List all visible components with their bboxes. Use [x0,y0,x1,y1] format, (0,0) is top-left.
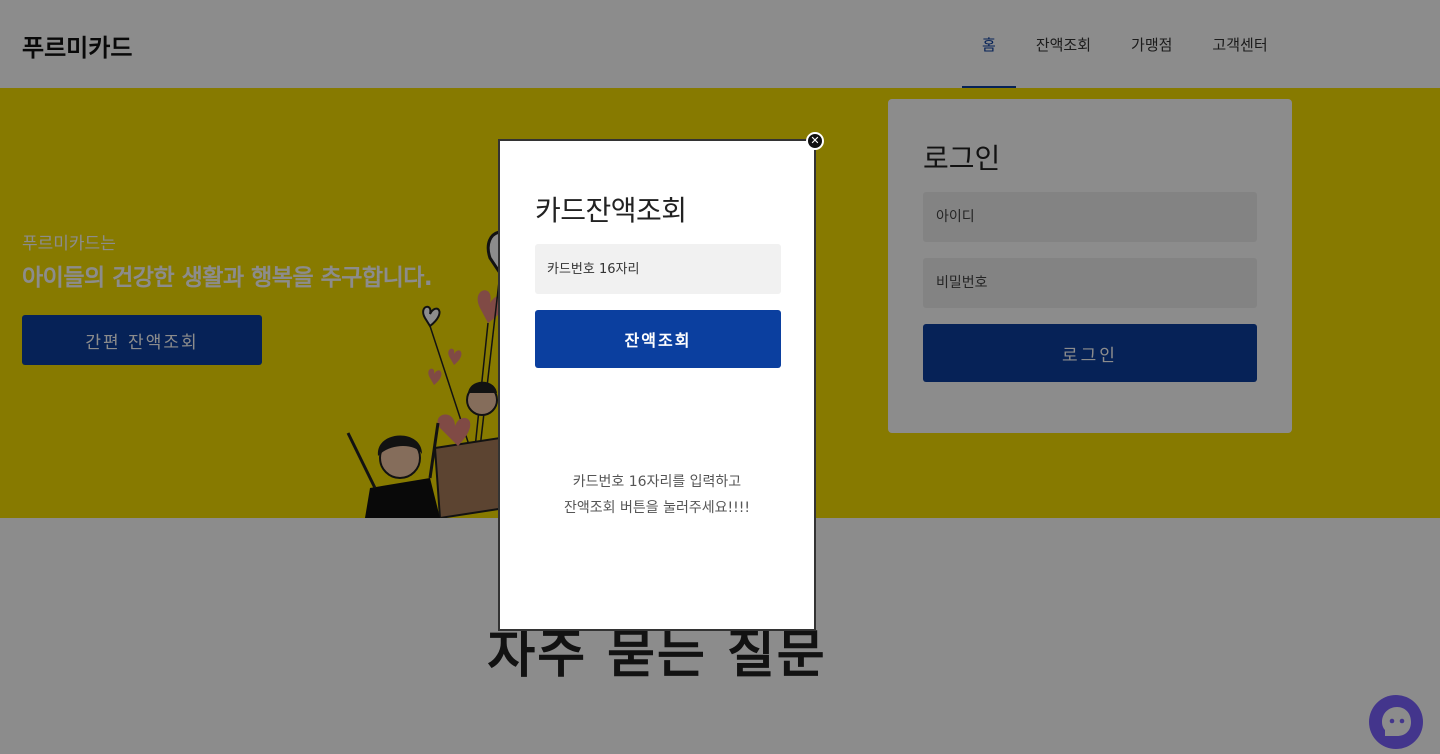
close-icon[interactable]: ✕ [806,132,824,150]
modal-help-line1: 카드번호 16자리를 입력하고 [572,474,742,490]
modal-title: 카드잔액조회 [535,194,687,227]
balance-modal: 카드잔액조회 잔액조회 카드번호 16자리를 입력하고 잔액조회 버튼을 눌러주… [498,139,816,631]
modal-help-text: 카드번호 16자리를 입력하고 잔액조회 버튼을 눌러주세요!!!! [500,469,814,521]
card-number-input[interactable] [535,244,781,294]
balance-check-button[interactable]: 잔액조회 [535,310,781,368]
modal-help-line2: 잔액조회 버튼을 눌러주세요!!!! [564,500,750,516]
